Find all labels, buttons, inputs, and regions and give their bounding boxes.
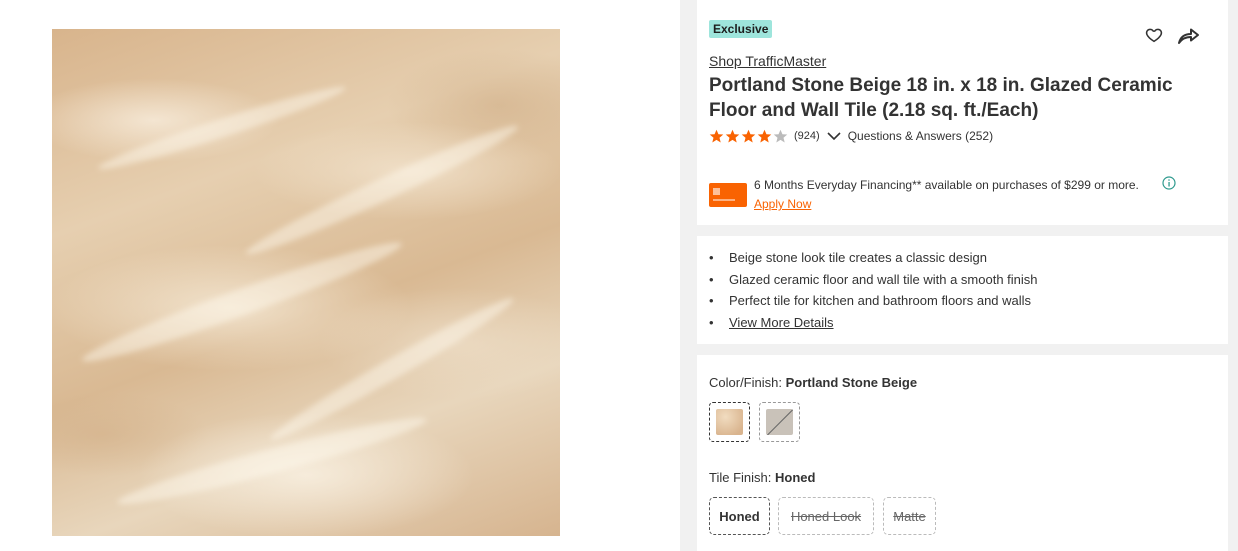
star-icon bbox=[741, 129, 756, 142]
tile-finish-label: Tile Finish: Honed bbox=[709, 470, 815, 485]
color-value: Portland Stone Beige bbox=[785, 375, 918, 390]
financing-text: 6 Months Everyday Financing** available … bbox=[754, 178, 1139, 192]
star-rating[interactable] bbox=[709, 129, 789, 144]
star-icon bbox=[773, 129, 788, 142]
exclusive-badge: Exclusive bbox=[709, 20, 773, 38]
product-image[interactable] bbox=[52, 29, 560, 536]
view-more-details-link[interactable]: View More Details bbox=[729, 315, 834, 330]
rating-row: (924) Questions & Answers (252) bbox=[709, 127, 993, 145]
highlights-list: Beige stone look tile creates a classic … bbox=[709, 248, 1038, 334]
finish-option-honed-look[interactable]: Honed Look bbox=[778, 497, 874, 535]
info-icon[interactable] bbox=[1162, 176, 1176, 190]
chevron-down-icon[interactable] bbox=[827, 131, 841, 141]
credit-card-icon bbox=[709, 183, 747, 207]
finish-option-matte[interactable]: Matte bbox=[883, 497, 936, 535]
star-icon bbox=[725, 129, 740, 142]
finish-value: Honed bbox=[775, 470, 816, 485]
finish-option-honed[interactable]: Honed bbox=[709, 497, 770, 535]
share-icon[interactable] bbox=[1176, 24, 1200, 46]
questions-answers-link[interactable]: Questions & Answers (252) bbox=[848, 129, 993, 143]
image-column bbox=[0, 0, 680, 551]
list-item: View More Details bbox=[709, 313, 1038, 335]
review-count[interactable]: (924) bbox=[794, 130, 820, 142]
color-finish-label: Color/Finish: Portland Stone Beige bbox=[709, 375, 917, 390]
color-swatch-unavailable[interactable] bbox=[759, 402, 800, 442]
heart-icon[interactable] bbox=[1145, 26, 1163, 44]
list-item: Beige stone look tile creates a classic … bbox=[709, 248, 1038, 270]
list-item: Glazed ceramic floor and wall tile with … bbox=[709, 270, 1038, 292]
star-icon bbox=[709, 129, 724, 142]
color-swatch-portland-stone-beige[interactable] bbox=[709, 402, 750, 442]
product-title: Portland Stone Beige 18 in. x 18 in. Gla… bbox=[709, 75, 1173, 121]
finish-label-text: Tile Finish: bbox=[709, 470, 772, 485]
color-label-text: Color/Finish: bbox=[709, 375, 782, 390]
star-icon bbox=[757, 129, 772, 142]
apply-now-link[interactable]: Apply Now bbox=[754, 197, 811, 211]
list-item: Perfect tile for kitchen and bathroom fl… bbox=[709, 291, 1038, 313]
shop-brand-link[interactable]: Shop TrafficMaster bbox=[709, 53, 826, 69]
